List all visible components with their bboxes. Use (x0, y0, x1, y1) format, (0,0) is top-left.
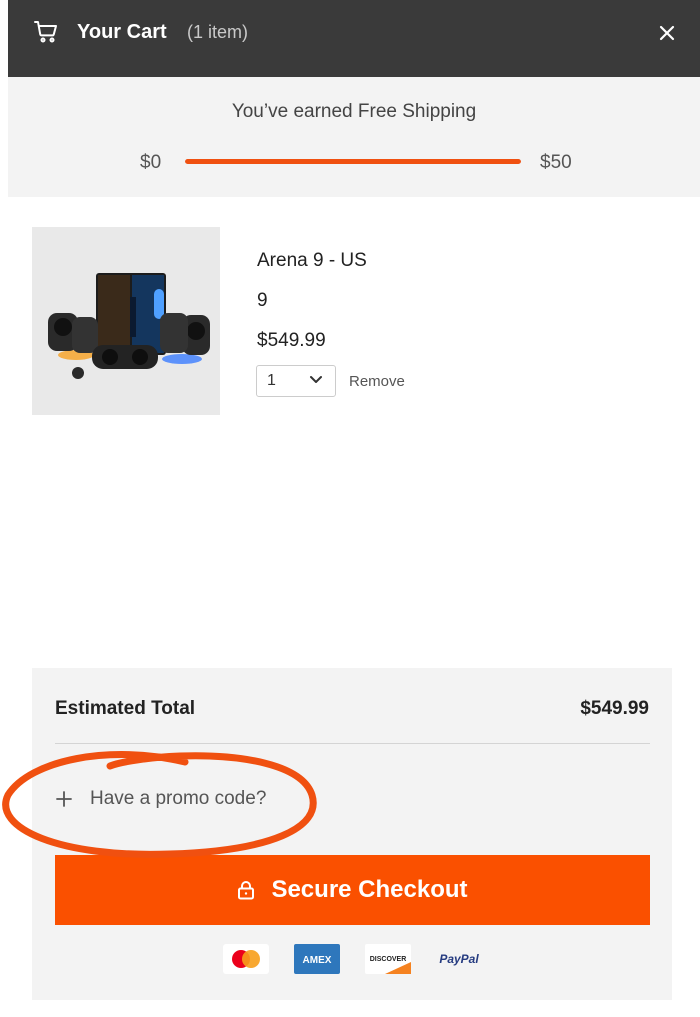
promo-code-label: Have a promo code? (90, 788, 267, 809)
discover-text: DISCOVER (369, 956, 406, 963)
free-shipping-banner: You’ve earned Free Shipping $0 $50 (8, 77, 700, 197)
lock-icon (238, 881, 255, 900)
product-variant: 9 (257, 290, 268, 311)
product-name[interactable]: Arena 9 - US (257, 250, 367, 272)
remove-item-link[interactable]: Remove (349, 373, 405, 390)
cart-header: Your Cart (1 item) (8, 0, 700, 77)
order-summary: Estimated Total $549.99 Have a promo cod… (32, 668, 672, 1000)
cart-icon (34, 21, 57, 43)
shipping-range-max: $50 (540, 152, 572, 173)
cart-title: Your Cart (77, 21, 167, 43)
amex-text: AMEX (302, 955, 331, 966)
shipping-progress-fill (185, 159, 521, 164)
plus-icon (56, 791, 72, 807)
mastercard-icon (222, 944, 269, 974)
quantity-select[interactable]: 1 (256, 365, 336, 397)
secure-checkout-button[interactable]: Secure Checkout (55, 855, 650, 925)
shipping-progress-bar (185, 159, 521, 164)
paypal-text: PayPal (439, 952, 479, 966)
estimated-total-value: $549.99 (580, 698, 649, 719)
amex-icon: AMEX (293, 944, 340, 974)
estimated-total-label: Estimated Total (55, 698, 196, 719)
promo-code-toggle[interactable]: Have a promo code? (55, 788, 266, 810)
product-price: $549.99 (257, 330, 326, 351)
chevron-down-icon (310, 376, 322, 383)
paypal-icon: PayPal (436, 944, 482, 974)
free-shipping-message: You’ve earned Free Shipping (231, 101, 477, 122)
discover-icon: DISCOVER (364, 944, 411, 974)
cart-item-count: (1 item) (187, 22, 249, 42)
close-icon[interactable] (656, 22, 678, 44)
cart-drawer: Your Cart (1 item) You’ve earned Free Sh… (8, 0, 700, 1017)
summary-divider (55, 743, 650, 744)
shipping-range-min: $0 (140, 152, 162, 173)
quantity-value: 1 (267, 372, 276, 389)
secure-checkout-label: Secure Checkout (271, 876, 468, 903)
payment-methods: AMEX DISCOVER PayPal (32, 944, 672, 974)
product-image[interactable] (32, 227, 220, 415)
